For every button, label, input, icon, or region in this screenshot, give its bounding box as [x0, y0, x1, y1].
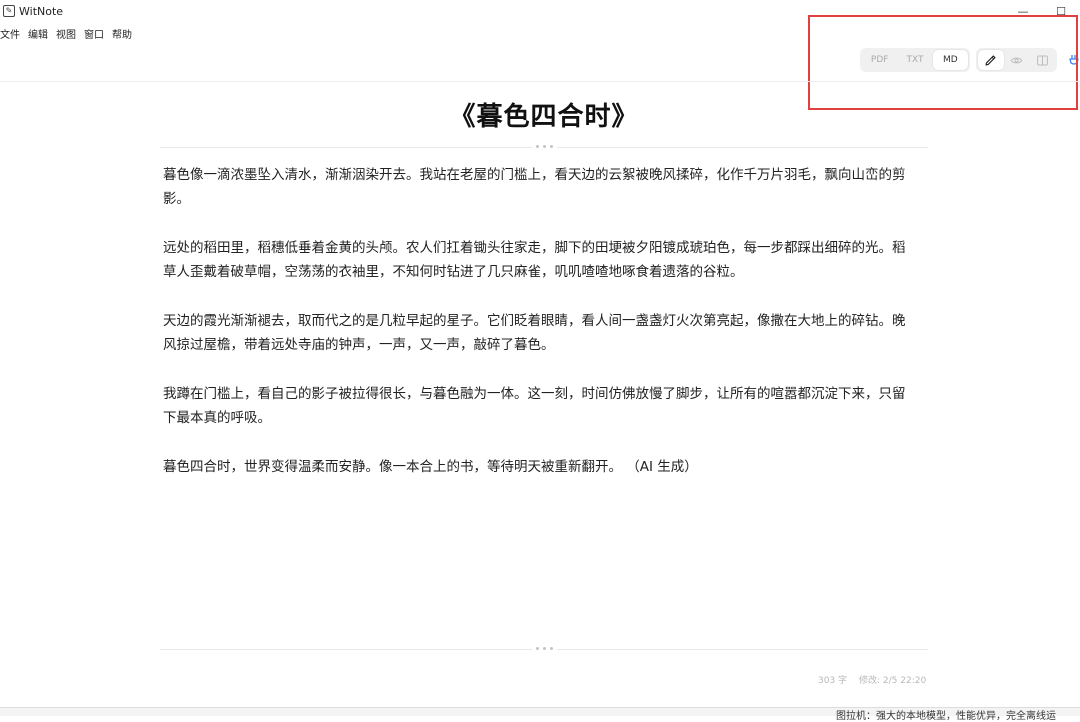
minimize-button[interactable]: —	[1004, 0, 1042, 22]
window-controls: — ☐	[1004, 0, 1080, 22]
view-mode-switcher	[976, 48, 1057, 72]
document-body[interactable]: 暮色像一滴浓墨坠入清水，渐渐洇染开去。我站在老屋的门槛上，看天边的云絮被晚风揉碎…	[163, 163, 908, 504]
app-icon: ✎	[3, 5, 15, 17]
word-count: 303 字	[818, 676, 848, 686]
preview-mode-button[interactable]	[1004, 50, 1030, 70]
paragraph: 天边的霞光渐渐褪去，取而代之的是几粒早起的星子。它们眨着眼睛，看人间一盏盏灯火次…	[163, 313, 906, 353]
menu-help[interactable]: 帮助	[112, 26, 132, 41]
maximize-button[interactable]: ☐	[1042, 0, 1080, 22]
title-divider	[160, 145, 928, 148]
split-mode-button[interactable]	[1029, 50, 1055, 70]
format-pdf-button[interactable]: PDF	[862, 50, 897, 70]
pencil-icon	[985, 54, 996, 66]
menu-window[interactable]: 窗口	[84, 26, 104, 41]
title-bar: ✎ WitNote — ☐	[0, 0, 1080, 22]
menu-bar: 文件 编辑 视图 窗口 帮助	[0, 24, 140, 42]
split-view-icon	[1036, 55, 1048, 65]
paragraph: 我蹲在门槛上，看自己的影子被拉得很长，与暮色融为一体。这一刻，时间仿佛放慢了脚步…	[163, 386, 906, 426]
window-title: WitNote	[19, 4, 64, 18]
menu-view[interactable]: 视图	[56, 26, 76, 41]
modified-time: 修改: 2/5 22:20	[859, 676, 927, 686]
format-switcher: PDF TXT MD	[860, 48, 970, 72]
divider-dots	[532, 145, 557, 148]
document-title: 《暮色四合时》	[449, 102, 639, 132]
menu-file[interactable]: 文件	[0, 26, 20, 41]
divider-dots	[532, 647, 557, 650]
format-md-button[interactable]: MD	[932, 50, 968, 70]
eye-icon	[1010, 57, 1023, 63]
footer-divider	[160, 647, 928, 650]
paragraph: 暮色四合时，世界变得温柔而安静。像一本合上的书，等待明天被重新翻开。 （AI 生…	[163, 459, 698, 475]
paragraph: 暮色像一滴浓墨坠入清水，渐渐洇染开去。我站在老屋的门槛上，看天边的云絮被晚风揉碎…	[163, 167, 906, 207]
menu-edit[interactable]: 编辑	[28, 26, 48, 41]
toolbar-divider	[0, 81, 1080, 82]
plugin-icon[interactable]	[1068, 53, 1080, 67]
paragraph: 远处的稻田里，稻穗低垂着金黄的头颅。农人们扛着锄头往家走，脚下的田埂被夕阳镀成琥…	[163, 240, 906, 280]
edit-mode-button[interactable]	[978, 50, 1004, 70]
format-txt-button[interactable]: TXT	[897, 50, 932, 70]
